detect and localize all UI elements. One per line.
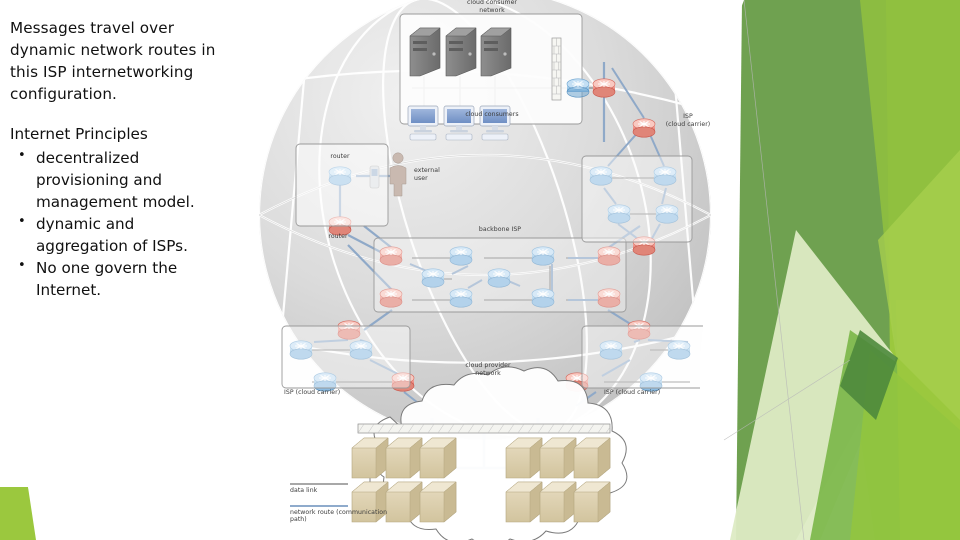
legend-label-data-link: data link bbox=[290, 487, 318, 494]
lead-line-2: dynamic network routes in bbox=[10, 40, 216, 59]
lead-line-4: configuration. bbox=[10, 84, 117, 103]
list-item: • No one govern the Internet. bbox=[10, 257, 258, 301]
isp-right-bottom-box bbox=[581, 325, 711, 389]
bullet-line: No one govern the bbox=[36, 258, 178, 277]
slide-text-column: Messages travel over dynamic network rou… bbox=[10, 18, 258, 301]
bullet-icon: • bbox=[18, 147, 26, 163]
server-group bbox=[409, 27, 512, 77]
bullet-line: decentralized bbox=[36, 148, 140, 167]
slide-canvas: cloud consumer network cloud consumers r… bbox=[0, 0, 960, 540]
label-cloud-consumers: cloud consumers bbox=[465, 111, 519, 118]
section-heading: Internet Principles bbox=[10, 124, 148, 143]
lead-line-3: this ISP internetworking bbox=[10, 62, 194, 81]
bullet-icon: • bbox=[18, 257, 26, 273]
principles-list: • decentralized provisioning and managem… bbox=[10, 147, 258, 301]
theme-decoration-corner bbox=[0, 485, 120, 540]
list-item: • decentralized provisioning and managem… bbox=[10, 147, 258, 213]
label-cloud-provider-network: cloud provider network bbox=[465, 362, 511, 377]
label-isp-left-bottom: ISP (cloud carrier) bbox=[284, 389, 341, 396]
label-isp-right-bottom: ISP (cloud carrier) bbox=[604, 389, 661, 396]
firewall-icon bbox=[551, 37, 562, 101]
bullet-line: provisioning and bbox=[36, 170, 162, 189]
cloud-bus-bar bbox=[357, 423, 611, 434]
backbone-isp-box bbox=[373, 237, 627, 313]
isp-left-bottom-box bbox=[281, 325, 411, 389]
isp-right-top-box bbox=[581, 155, 693, 243]
label-cloud-consumer-network: cloud consumer network bbox=[466, 0, 518, 14]
bullet-line: aggregation of ISPs. bbox=[36, 236, 188, 255]
list-item: • dynamic and aggregation of ISPs. bbox=[10, 213, 258, 257]
legend-label-network-route: network route (communication path) bbox=[290, 509, 388, 524]
network-diagram: cloud consumer network cloud consumers r… bbox=[252, 0, 742, 540]
label-router-bottom: router bbox=[328, 233, 348, 240]
diagram-canvas bbox=[259, 0, 711, 540]
lead-paragraph: Messages travel over dynamic network rou… bbox=[10, 18, 258, 106]
label-router-top: router bbox=[330, 153, 350, 160]
label-external-user: external user bbox=[414, 167, 440, 182]
theme-decoration-right bbox=[700, 0, 960, 540]
lead-line-1: Messages travel over bbox=[10, 19, 175, 37]
bullet-line: management model. bbox=[36, 192, 195, 211]
bullet-line: dynamic and bbox=[36, 214, 135, 233]
bullet-line: Internet. bbox=[36, 280, 102, 299]
bullet-icon: • bbox=[18, 213, 26, 229]
label-backbone-isp: backbone ISP bbox=[478, 226, 522, 233]
